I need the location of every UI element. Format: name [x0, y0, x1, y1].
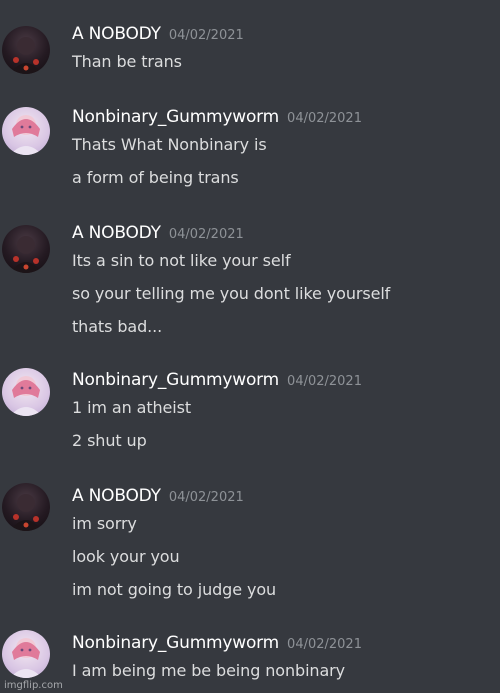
- avatar-a-nobody[interactable]: [2, 225, 50, 273]
- timestamp: 04/02/2021: [287, 111, 362, 126]
- avatar-a-nobody[interactable]: [2, 26, 50, 74]
- avatar-icon: [10, 494, 42, 531]
- message-text: I am being me be being nonbinary: [72, 661, 346, 680]
- avatar-a-nobody[interactable]: [2, 483, 50, 531]
- timestamp: 04/02/2021: [287, 637, 362, 652]
- message-text: im not going to judge you: [72, 580, 277, 599]
- message-text: Its a sin to not like your self: [72, 251, 291, 270]
- avatar-nonbinary-gummyworm[interactable]: [2, 107, 50, 155]
- timestamp: 04/02/2021: [168, 227, 244, 242]
- message-text: thats bad...: [72, 317, 163, 336]
- timestamp: 04/02/2021: [287, 374, 362, 389]
- username[interactable]: Nonbinary_Gummyworm: [72, 107, 279, 127]
- username[interactable]: A NOBODY: [72, 24, 161, 44]
- timestamp: 04/02/2021: [168, 490, 244, 505]
- avatar-icon: [10, 115, 42, 155]
- avatar-icon: [10, 638, 42, 678]
- username[interactable]: A NOBODY: [72, 486, 161, 506]
- username[interactable]: A NOBODY: [72, 223, 161, 243]
- timestamp: 04/02/2021: [168, 28, 244, 43]
- message-text: a form of being trans: [72, 168, 239, 187]
- message-text: 1 im an atheist: [72, 398, 192, 417]
- message-text: 2 shut up: [72, 431, 147, 450]
- message-text: Than be trans: [72, 52, 182, 71]
- username[interactable]: Nonbinary_Gummyworm: [72, 370, 279, 390]
- chat-log: A NOBODY 04/02/2021 Than be trans Nonbina…: [0, 0, 500, 693]
- avatar-icon: [10, 376, 42, 416]
- avatar-nonbinary-gummyworm[interactable]: [2, 630, 50, 678]
- message-text: look your you: [72, 547, 180, 566]
- username[interactable]: Nonbinary_Gummyworm: [72, 633, 279, 653]
- avatar-icon: [10, 236, 42, 273]
- message-text: so your telling me you dont like yoursel…: [72, 284, 391, 303]
- message-text: Thats What Nonbinary is: [72, 135, 267, 154]
- avatar-icon: [10, 37, 42, 74]
- avatar-nonbinary-gummyworm[interactable]: [2, 368, 50, 416]
- watermark: imgflip.com: [4, 680, 63, 691]
- message-text: im sorry: [72, 514, 137, 533]
